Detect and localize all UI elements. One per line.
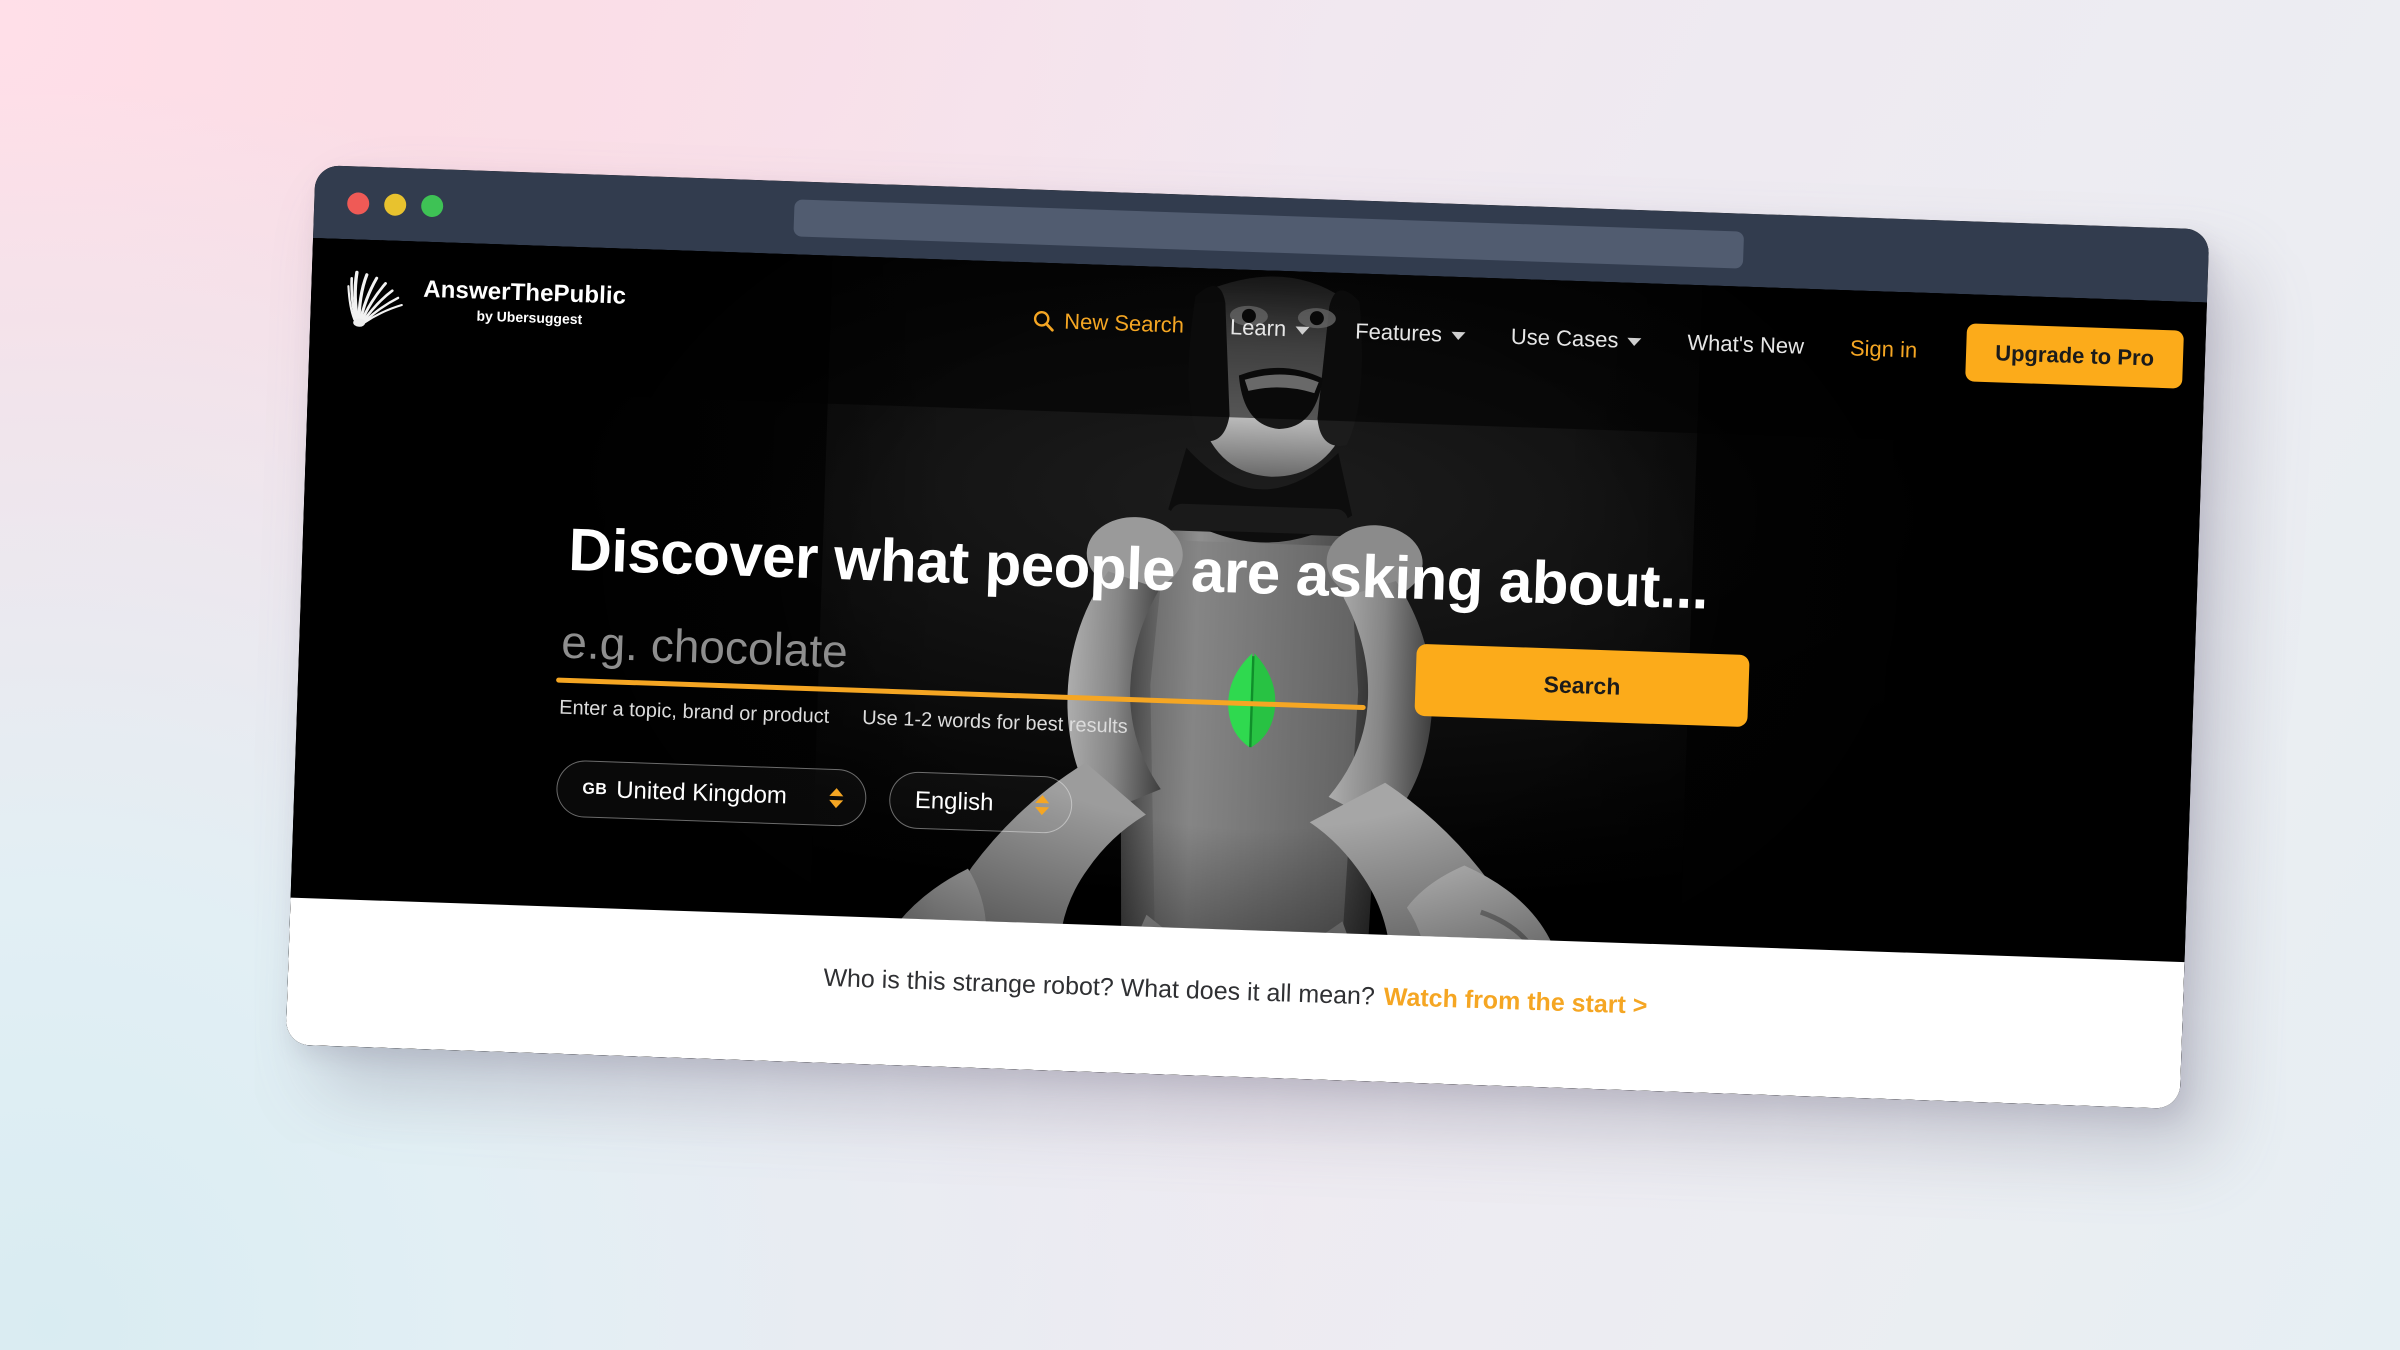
country-select[interactable]: GB United Kingdom <box>555 759 867 828</box>
chevron-down-icon <box>1295 326 1310 335</box>
hero-content: Discover what people are asking about...… <box>294 506 2198 872</box>
nav-item-sign-in[interactable]: Sign in <box>1827 334 1941 364</box>
nav-item-features[interactable]: Features <box>1332 317 1489 348</box>
search-row: Enter a topic, brand or product Use 1-2 … <box>555 614 2195 776</box>
nav-label: What's New <box>1687 329 1805 359</box>
language-select[interactable]: English <box>887 770 1074 835</box>
country-code: GB <box>582 779 608 798</box>
nav-item-whats-new[interactable]: What's New <box>1664 329 1827 361</box>
upgrade-to-pro-button[interactable]: Upgrade to Pro <box>1965 322 2184 389</box>
search-button[interactable]: Search <box>1414 643 1750 728</box>
chevron-down-icon <box>1450 331 1466 341</box>
brand-logo[interactable]: AnswerThePublic by Ubersuggest <box>344 266 627 338</box>
browser-window-wrapper: AnswerThePublic by Ubersuggest New Searc… <box>285 165 2210 1109</box>
nav-label: Learn <box>1229 313 1287 341</box>
nav-label: New Search <box>1063 308 1185 338</box>
maximize-button[interactable] <box>420 194 444 217</box>
nav-item-new-search[interactable]: New Search <box>1008 306 1208 339</box>
nav-label: Use Cases <box>1510 323 1619 352</box>
nav-label: Features <box>1354 317 1443 346</box>
brand-subtitle: by Ubersuggest <box>476 307 583 328</box>
minimize-button[interactable] <box>383 192 407 216</box>
window-controls <box>346 191 444 217</box>
browser-window: AnswerThePublic by Ubersuggest New Searc… <box>285 165 2210 1109</box>
watch-from-the-start-link[interactable]: Watch from the start > <box>1383 983 1648 1021</box>
chevron-down-icon <box>1627 337 1642 347</box>
search-hint-left: Enter a topic, brand or product <box>558 696 830 728</box>
nav-item-learn[interactable]: Learn <box>1207 313 1333 343</box>
fan-burst-logo-icon <box>347 270 403 327</box>
updown-arrows-icon <box>993 793 1050 815</box>
brand-title: AnswerThePublic <box>422 275 627 310</box>
close-button[interactable] <box>346 191 370 215</box>
search-hint-right: Use 1-2 words for best results <box>861 706 1129 738</box>
country-label: United Kingdom <box>615 776 788 809</box>
caption-text: Who is this strange robot? What does it … <box>822 963 1376 1011</box>
nav-links: New Search Learn Features Use Cases What… <box>1007 290 2188 389</box>
updown-arrows-icon <box>787 786 844 808</box>
site-viewport: AnswerThePublic by Ubersuggest New Searc… <box>285 237 2207 1109</box>
nav-item-use-cases[interactable]: Use Cases <box>1488 323 1665 355</box>
search-field: Enter a topic, brand or product Use 1-2 … <box>555 614 1368 748</box>
nav-label: Sign in <box>1849 334 1918 363</box>
search-icon <box>1033 310 1054 332</box>
language-label: English <box>914 786 994 816</box>
